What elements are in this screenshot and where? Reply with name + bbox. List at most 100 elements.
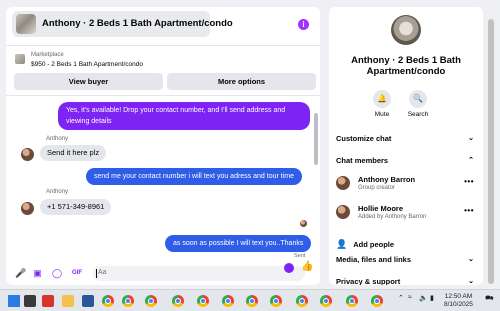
chevron-up-icon[interactable]: ⌃ bbox=[398, 294, 404, 302]
marketplace-label: Marketplace bbox=[31, 52, 64, 58]
chrome-icon[interactable] bbox=[296, 295, 308, 307]
message-list[interactable]: Yes, it's available! Drop your contact n… bbox=[6, 95, 320, 259]
chrome-icon[interactable] bbox=[246, 295, 258, 307]
chevron-down-icon: ⌄ bbox=[468, 256, 474, 263]
view-buyer-button[interactable]: View buyer bbox=[14, 73, 163, 90]
app-icon[interactable] bbox=[82, 295, 94, 307]
media-files-links-section[interactable]: Media, files and links ⌄ bbox=[336, 255, 478, 264]
chat-title-button[interactable]: Anthony · 2 Beds 1 Bath Apartment/condo bbox=[12, 11, 233, 37]
microphone-icon[interactable]: 🎤 bbox=[15, 269, 26, 278]
message-input-box[interactable] bbox=[93, 266, 305, 281]
avatar bbox=[336, 176, 350, 190]
chrome-icon[interactable] bbox=[122, 295, 134, 307]
chat-header: Anthony · 2 Beds 1 Bath Apartment/condo … bbox=[6, 7, 320, 41]
emoji-icon[interactable] bbox=[284, 263, 294, 273]
chrome-icon[interactable] bbox=[371, 295, 383, 307]
image-icon[interactable]: ▣ bbox=[33, 269, 42, 278]
chat-title: Anthony · 2 Beds 1 Bath Apartment/condo bbox=[42, 18, 233, 29]
more-options-icon[interactable]: ••• bbox=[464, 206, 474, 215]
thumbs-up-icon[interactable]: 👍 bbox=[301, 261, 313, 272]
chrome-icon[interactable] bbox=[145, 295, 157, 307]
taskbar: ⌃ ≈ 🔈 ▮ 12:50 AM 8/10/2025 🗪 bbox=[0, 289, 500, 311]
chrome-icon[interactable] bbox=[197, 295, 209, 307]
message-bubble-outgoing: as soon as possible I will text you..Tha… bbox=[165, 235, 312, 252]
conversation-title: Anthony · 2 Beds 1 Bath Apartment/condo bbox=[329, 55, 483, 77]
info-icon[interactable]: i bbox=[298, 19, 309, 30]
wifi-icon[interactable]: ≈ bbox=[408, 294, 412, 301]
text-caret bbox=[96, 269, 97, 278]
mute-button[interactable]: 🔔 Mute bbox=[362, 90, 402, 118]
add-people-label: Add people bbox=[353, 240, 395, 249]
message-bubble-incoming: Send it here plz bbox=[40, 145, 107, 161]
message-text: viewing details bbox=[66, 118, 112, 125]
page-scrollbar[interactable] bbox=[485, 7, 497, 285]
system-clock[interactable]: 12:50 AM 8/10/2025 bbox=[444, 293, 473, 309]
task-view-icon[interactable] bbox=[24, 295, 36, 307]
member-item[interactable]: Anthony Barron Group creator ••• bbox=[336, 175, 478, 195]
message-text: Yes, it's available! Drop your contact n… bbox=[66, 107, 286, 114]
sender-name: Anthony bbox=[46, 136, 69, 142]
battery-icon[interactable]: ▮ bbox=[430, 294, 434, 302]
sent-status: Sent bbox=[294, 253, 306, 259]
section-label: Media, files and links bbox=[336, 255, 412, 264]
message-bubble-outgoing: send me your contact number i will text … bbox=[86, 168, 302, 185]
sticker-icon[interactable]: ◯ bbox=[52, 269, 62, 278]
message-bubble-outgoing: Yes, it's available! Drop your contact n… bbox=[58, 102, 310, 130]
volume-icon[interactable]: 🔈 bbox=[419, 294, 428, 302]
section-label: Customize chat bbox=[336, 134, 392, 143]
customize-chat-section[interactable]: Customize chat ⌄ bbox=[336, 134, 478, 143]
clock-date: 8/10/2025 bbox=[444, 301, 473, 308]
section-label: Chat members bbox=[336, 156, 389, 165]
chevron-up-icon: ⌃ bbox=[468, 157, 474, 164]
seen-indicator-avatar bbox=[300, 220, 307, 227]
windows-start-icon[interactable] bbox=[8, 295, 20, 307]
chrome-icon[interactable] bbox=[172, 295, 184, 307]
chat-panel: Anthony · 2 Beds 1 Bath Apartment/condo … bbox=[6, 7, 320, 285]
search-button[interactable]: 🔍 Search bbox=[398, 90, 438, 118]
member-name: Hollie Moore bbox=[358, 204, 404, 213]
gif-icon[interactable]: GIF bbox=[72, 269, 82, 278]
scrollbar-thumb[interactable] bbox=[488, 19, 494, 284]
clock-time: 12:50 AM bbox=[444, 293, 473, 300]
member-name: Anthony Barron bbox=[358, 175, 416, 184]
marketplace-block: Marketplace $950 - 2 Beds 1 Bath Apartme… bbox=[6, 45, 320, 93]
chrome-icon[interactable] bbox=[320, 295, 332, 307]
notification-icon[interactable]: 🗪 bbox=[485, 294, 494, 305]
privacy-support-section[interactable]: Privacy & support ⌄ bbox=[336, 277, 478, 285]
member-role: Group creator bbox=[358, 185, 396, 191]
member-role: Added by Anthony Barron bbox=[358, 214, 427, 220]
chevron-down-icon: ⌄ bbox=[468, 278, 474, 285]
chrome-icon[interactable] bbox=[346, 295, 358, 307]
avatar[interactable] bbox=[21, 202, 34, 215]
add-people-button[interactable]: 👤 Add people bbox=[336, 239, 394, 250]
search-label: Search bbox=[407, 111, 429, 118]
avatar[interactable] bbox=[21, 148, 34, 161]
conversation-title-line: Apartment/condo bbox=[366, 66, 446, 77]
chrome-icon[interactable] bbox=[102, 295, 114, 307]
mute-label: Mute bbox=[374, 111, 390, 118]
file-explorer-icon[interactable] bbox=[62, 295, 74, 307]
avatar bbox=[336, 205, 350, 219]
sender-name: Anthony bbox=[46, 189, 69, 195]
chat-members-section[interactable]: Chat members ⌃ bbox=[336, 156, 478, 165]
conversation-info-panel: Anthony · 2 Beds 1 Bath Apartment/condo … bbox=[329, 7, 483, 285]
conversation-title-line: Anthony · 2 Beds 1 Bath bbox=[351, 55, 461, 66]
more-options-icon[interactable]: ••• bbox=[464, 177, 474, 186]
conversation-image bbox=[391, 15, 421, 45]
more-options-button[interactable]: More options bbox=[167, 73, 316, 90]
message-bubble-incoming: +1 571-349-8961 bbox=[40, 199, 112, 215]
listing-title[interactable]: $950 - 2 Beds 1 Bath Apartment/condo bbox=[31, 61, 143, 68]
message-input[interactable] bbox=[98, 269, 278, 276]
message-scrollbar[interactable] bbox=[314, 113, 318, 165]
bell-icon: 🔔 bbox=[373, 90, 391, 108]
chevron-down-icon: ⌄ bbox=[468, 135, 474, 142]
listing-thumbnail bbox=[16, 14, 36, 34]
chrome-icon[interactable] bbox=[222, 295, 234, 307]
member-item[interactable]: Hollie Moore Added by Anthony Barron ••• bbox=[336, 204, 478, 224]
section-label: Privacy & support bbox=[336, 277, 401, 285]
add-person-icon: 👤 bbox=[336, 239, 348, 249]
app-icon[interactable] bbox=[42, 295, 54, 307]
chrome-icon[interactable] bbox=[270, 295, 282, 307]
search-icon: 🔍 bbox=[409, 90, 427, 108]
composer: 🎤 ▣ ◯ GIF bbox=[6, 262, 320, 285]
